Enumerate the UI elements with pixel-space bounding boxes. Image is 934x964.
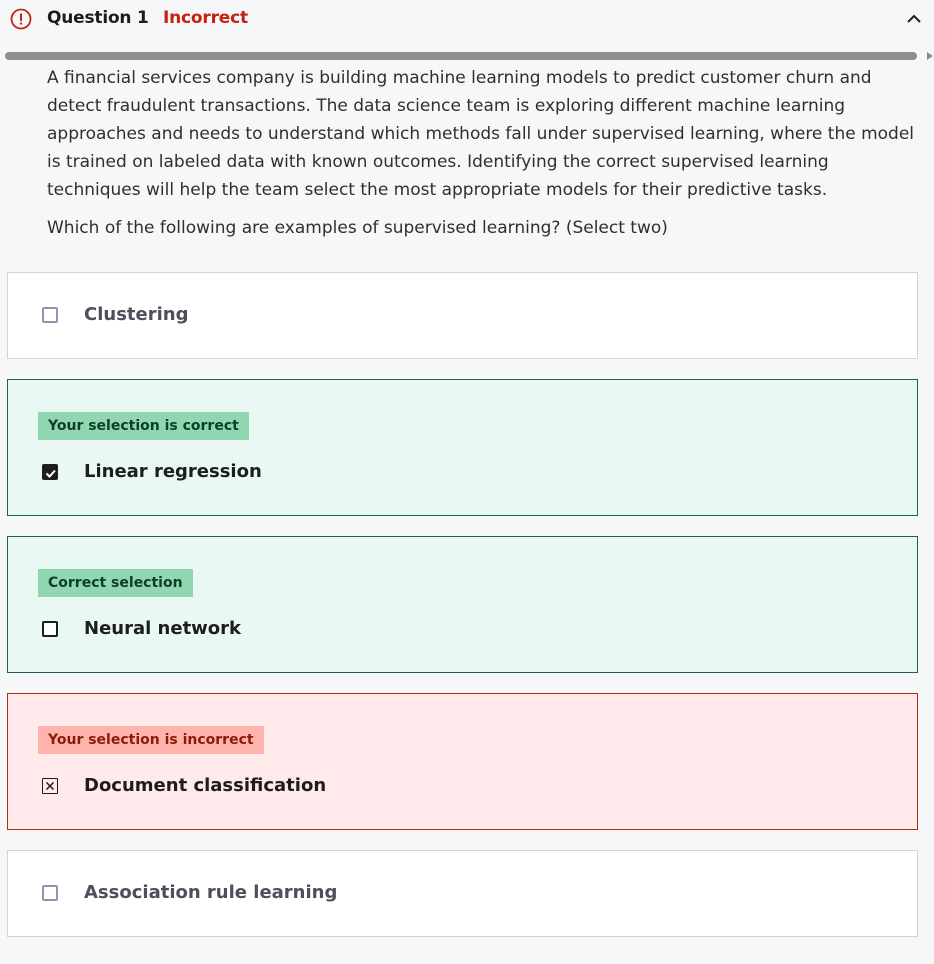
checkbox-checked[interactable] (42, 464, 58, 480)
checkbox-unchecked[interactable] (42, 621, 58, 637)
horizontal-scrollbar[interactable] (5, 52, 917, 60)
checkmark-icon (45, 469, 56, 478)
checkbox-unchecked[interactable] (42, 307, 58, 323)
option-label: Linear regression (84, 461, 262, 482)
answer-option-linear-regression[interactable]: Your selection is correct Linear regress… (7, 379, 918, 516)
checkbox-unchecked[interactable] (42, 885, 58, 901)
option-label: Clustering (84, 304, 189, 325)
question-prompt: A financial services company is building… (47, 68, 915, 200)
option-label: Neural network (84, 618, 242, 639)
scroll-right-arrow-icon[interactable] (927, 52, 933, 60)
answer-option-association-rule-learning[interactable]: Association rule learning (7, 850, 918, 937)
alert-circle-icon (10, 8, 32, 30)
x-box-icon[interactable] (42, 778, 58, 794)
question-ask: Which of the following are examples of s… (47, 218, 668, 238)
answer-option-clustering[interactable]: Clustering (7, 272, 918, 359)
answer-option-document-classification[interactable]: Your selection is incorrect Document cla… (7, 693, 918, 830)
chevron-up-icon[interactable] (902, 8, 926, 30)
answer-option-neural-network[interactable]: Correct selection Neural network (7, 536, 918, 673)
selection-correct-badge: Your selection is correct (38, 412, 249, 440)
option-label: Document classification (84, 775, 327, 796)
selection-incorrect-badge: Your selection is incorrect (38, 726, 264, 754)
question-header[interactable]: Question 1 Incorrect (0, 0, 934, 40)
correct-selection-badge: Correct selection (38, 569, 193, 597)
question-status: Incorrect (163, 8, 248, 28)
option-label: Association rule learning (84, 882, 338, 903)
question-title: Question 1 (47, 8, 149, 28)
